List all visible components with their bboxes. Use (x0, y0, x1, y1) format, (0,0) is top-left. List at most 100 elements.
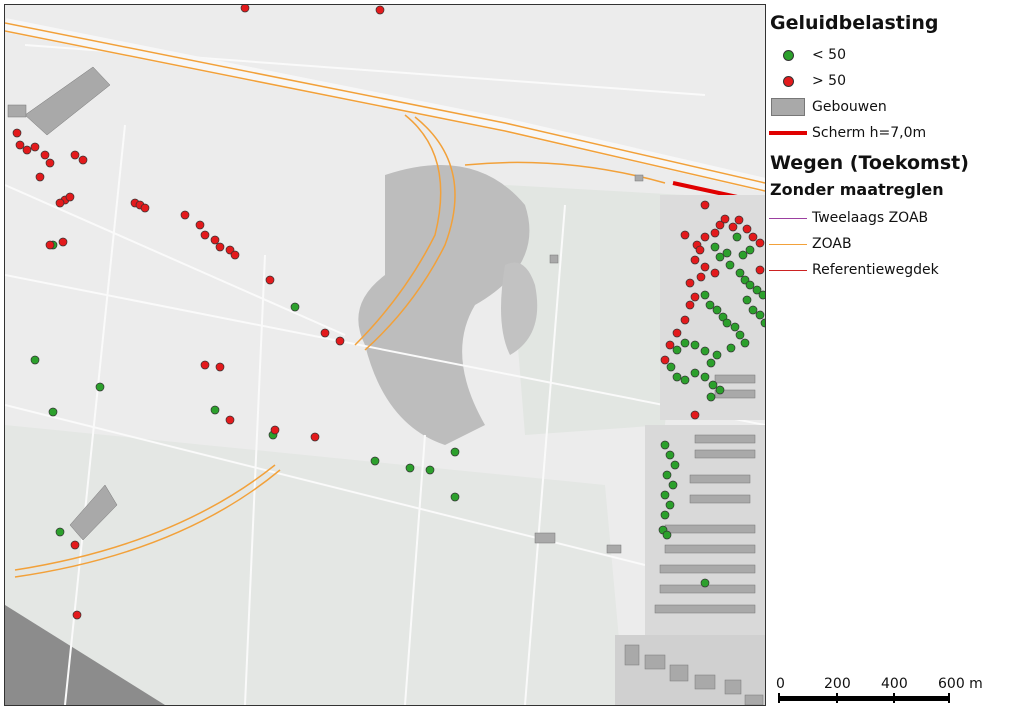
receiver-point-gt50[interactable] (335, 336, 345, 346)
receiver-point-lt50[interactable] (738, 250, 748, 260)
receiver-point-gt50[interactable] (734, 215, 744, 225)
receiver-point-gt50[interactable] (58, 237, 68, 247)
map-canvas[interactable] (4, 4, 766, 706)
receiver-point-lt50[interactable] (706, 392, 716, 402)
receiver-point-lt50[interactable] (680, 338, 690, 348)
receiver-point-gt50[interactable] (200, 230, 210, 240)
receiver-point-gt50[interactable] (310, 432, 320, 442)
receiver-point-gt50[interactable] (720, 214, 730, 224)
receiver-point-gt50[interactable] (748, 232, 758, 242)
receiver-point-lt50[interactable] (732, 232, 742, 242)
receiver-point-gt50[interactable] (265, 275, 275, 285)
receiver-point-gt50[interactable] (200, 360, 210, 370)
receiver-point-lt50[interactable] (290, 302, 300, 312)
receiver-point-lt50[interactable] (370, 456, 380, 466)
receiver-point-gt50[interactable] (710, 228, 720, 238)
receiver-point-lt50[interactable] (660, 510, 670, 520)
receiver-point-lt50[interactable] (660, 440, 670, 450)
receiver-point-lt50[interactable] (662, 470, 672, 480)
receiver-point-lt50[interactable] (700, 346, 710, 356)
receiver-point-lt50[interactable] (705, 300, 715, 310)
receiver-point-gt50[interactable] (22, 145, 32, 155)
receiver-point-gt50[interactable] (215, 242, 225, 252)
receiver-point-lt50[interactable] (758, 290, 765, 300)
receiver-point-gt50[interactable] (728, 222, 738, 232)
receiver-point-gt50[interactable] (240, 5, 250, 13)
receiver-point-lt50[interactable] (712, 350, 722, 360)
receiver-point-lt50[interactable] (672, 345, 682, 355)
receiver-point-gt50[interactable] (700, 200, 710, 210)
receiver-point-lt50[interactable] (722, 248, 732, 258)
receiver-point-lt50[interactable] (735, 330, 745, 340)
receiver-point-gt50[interactable] (12, 128, 22, 138)
receiver-point-lt50[interactable] (735, 268, 745, 278)
receiver-point-gt50[interactable] (45, 158, 55, 168)
receiver-point-gt50[interactable] (680, 230, 690, 240)
receiver-point-gt50[interactable] (45, 240, 55, 250)
receiver-point-lt50[interactable] (742, 295, 752, 305)
receiver-point-lt50[interactable] (666, 362, 676, 372)
receiver-point-lt50[interactable] (700, 290, 710, 300)
receiver-point-gt50[interactable] (30, 142, 40, 152)
receiver-point-gt50[interactable] (180, 210, 190, 220)
receiver-point-gt50[interactable] (70, 150, 80, 160)
receiver-point-gt50[interactable] (320, 328, 330, 338)
receiver-point-lt50[interactable] (690, 340, 700, 350)
receiver-point-lt50[interactable] (700, 578, 710, 588)
receiver-point-gt50[interactable] (685, 300, 695, 310)
receiver-point-lt50[interactable] (755, 310, 765, 320)
receiver-point-gt50[interactable] (685, 278, 695, 288)
receiver-point-gt50[interactable] (15, 140, 25, 150)
receiver-point-lt50[interactable] (715, 252, 725, 262)
receiver-point-gt50[interactable] (35, 172, 45, 182)
receiver-point-gt50[interactable] (660, 355, 670, 365)
receiver-point-lt50[interactable] (30, 355, 40, 365)
receiver-point-lt50[interactable] (708, 380, 718, 390)
receiver-point-lt50[interactable] (665, 450, 675, 460)
receiver-point-lt50[interactable] (665, 500, 675, 510)
receiver-point-lt50[interactable] (48, 407, 58, 417)
receiver-point-lt50[interactable] (425, 465, 435, 475)
receiver-point-gt50[interactable] (690, 292, 700, 302)
receiver-point-gt50[interactable] (70, 540, 80, 550)
receiver-point-gt50[interactable] (195, 220, 205, 230)
receiver-point-gt50[interactable] (672, 328, 682, 338)
receiver-point-gt50[interactable] (700, 232, 710, 242)
receiver-point-lt50[interactable] (706, 358, 716, 368)
receiver-point-gt50[interactable] (40, 150, 50, 160)
receiver-point-gt50[interactable] (270, 425, 280, 435)
receiver-point-lt50[interactable] (405, 463, 415, 473)
receiver-point-lt50[interactable] (715, 385, 725, 395)
receiver-point-lt50[interactable] (700, 372, 710, 382)
receiver-point-gt50[interactable] (215, 362, 225, 372)
receiver-point-gt50[interactable] (700, 262, 710, 272)
receiver-point-gt50[interactable] (680, 315, 690, 325)
receiver-point-lt50[interactable] (745, 245, 755, 255)
receiver-point-gt50[interactable] (55, 198, 65, 208)
receiver-point-gt50[interactable] (690, 410, 700, 420)
receiver-point-lt50[interactable] (662, 530, 672, 540)
receiver-point-lt50[interactable] (690, 368, 700, 378)
receiver-point-gt50[interactable] (755, 238, 765, 248)
receiver-point-gt50[interactable] (710, 268, 720, 278)
receiver-point-lt50[interactable] (745, 280, 755, 290)
receiver-point-lt50[interactable] (450, 447, 460, 457)
receiver-point-gt50[interactable] (72, 610, 82, 620)
receiver-point-gt50[interactable] (78, 155, 88, 165)
receiver-point-lt50[interactable] (660, 490, 670, 500)
receiver-point-gt50[interactable] (225, 415, 235, 425)
receiver-point-lt50[interactable] (672, 372, 682, 382)
receiver-point-lt50[interactable] (722, 318, 732, 328)
receiver-point-lt50[interactable] (712, 305, 722, 315)
receiver-point-gt50[interactable] (65, 192, 75, 202)
receiver-point-gt50[interactable] (375, 5, 385, 15)
receiver-point-lt50[interactable] (730, 322, 740, 332)
receiver-point-lt50[interactable] (450, 492, 460, 502)
receiver-point-lt50[interactable] (55, 527, 65, 537)
receiver-point-gt50[interactable] (140, 203, 150, 213)
receiver-point-lt50[interactable] (95, 382, 105, 392)
receiver-point-lt50[interactable] (726, 343, 736, 353)
receiver-point-lt50[interactable] (670, 460, 680, 470)
receiver-point-lt50[interactable] (748, 305, 758, 315)
receiver-point-lt50[interactable] (740, 338, 750, 348)
